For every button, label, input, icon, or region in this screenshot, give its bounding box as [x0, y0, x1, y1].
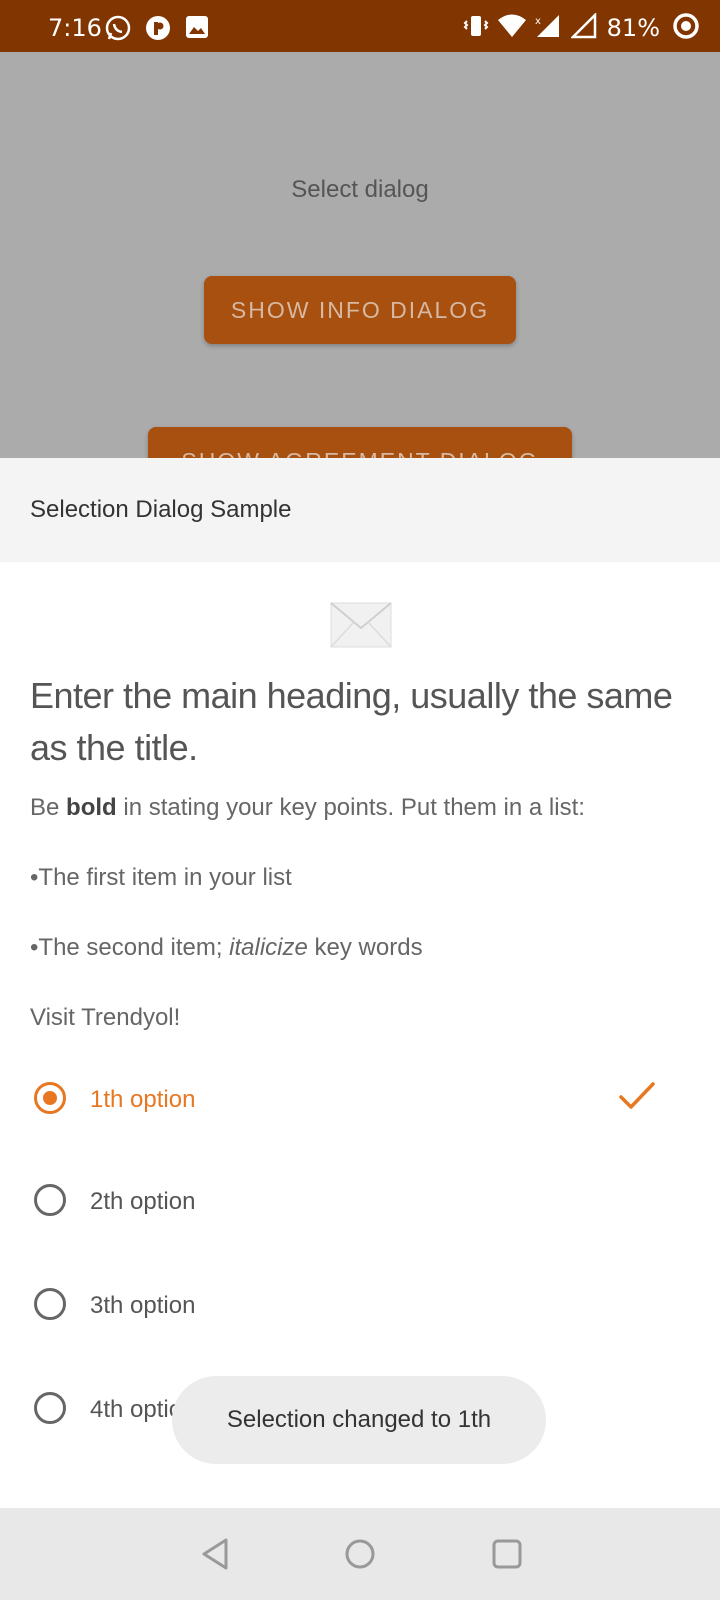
- svg-text:x: x: [535, 16, 541, 27]
- signal-icon-2: [569, 11, 599, 43]
- clock: 7:16: [48, 14, 102, 42]
- option-label: 2th option: [90, 1188, 196, 1215]
- battery-percentage: 81%: [606, 14, 660, 42]
- dialog-content: Enter the main heading, usually the same…: [0, 562, 720, 1508]
- background-screen: Select dialog SHOW INFO DIALOG SHOW AGRE…: [0, 52, 720, 458]
- wifi-icon: [497, 13, 527, 43]
- gallery-icon: [184, 14, 210, 46]
- visit-trendyol-link[interactable]: Visit Trendyol!: [30, 1004, 180, 1032]
- status-bar: 7:16 x 81%: [0, 0, 720, 52]
- radio-unselected-icon[interactable]: [34, 1184, 66, 1216]
- option-label: 1th option: [90, 1086, 196, 1113]
- radio-unselected-icon[interactable]: [34, 1392, 66, 1424]
- list-item-first: •The first item in your list: [30, 864, 292, 891]
- vibrate-icon: [463, 13, 489, 43]
- option-1[interactable]: 1th option: [0, 1048, 720, 1148]
- screen-title: Select dialog: [291, 176, 429, 203]
- signal-icon: x: [535, 13, 563, 43]
- app-notification-icon: [144, 14, 172, 46]
- radio-unselected-icon[interactable]: [34, 1288, 66, 1320]
- toast-message: Selection changed to 1th: [172, 1376, 546, 1464]
- battery-ring-icon: [672, 12, 700, 44]
- show-agreement-dialog-button[interactable]: SHOW AGREEMENT DIALOG: [148, 427, 572, 458]
- radio-selected-icon[interactable]: [34, 1082, 66, 1114]
- home-icon[interactable]: [343, 1536, 377, 1577]
- navigation-bar: [0, 1508, 720, 1600]
- checkmark-icon: [618, 1080, 656, 1119]
- option-label: 3th option: [90, 1292, 196, 1319]
- option-3[interactable]: 3th option: [0, 1256, 720, 1356]
- dialog-title: Selection Dialog Sample: [30, 496, 292, 523]
- whatsapp-icon: [104, 14, 132, 46]
- recents-icon[interactable]: [490, 1536, 524, 1577]
- back-icon[interactable]: [198, 1536, 232, 1577]
- show-info-dialog-button[interactable]: SHOW INFO DIALOG: [204, 276, 516, 344]
- dialog-heading: Enter the main heading, usually the same…: [30, 675, 673, 768]
- option-2[interactable]: 2th option: [0, 1152, 720, 1252]
- dialog-header: Selection Dialog Sample: [0, 458, 720, 562]
- list-item-second: •The second item; italicize key words: [30, 934, 423, 961]
- envelope-icon: [330, 602, 392, 653]
- intro-paragraph: Be bold in stating your key points. Put …: [30, 794, 585, 821]
